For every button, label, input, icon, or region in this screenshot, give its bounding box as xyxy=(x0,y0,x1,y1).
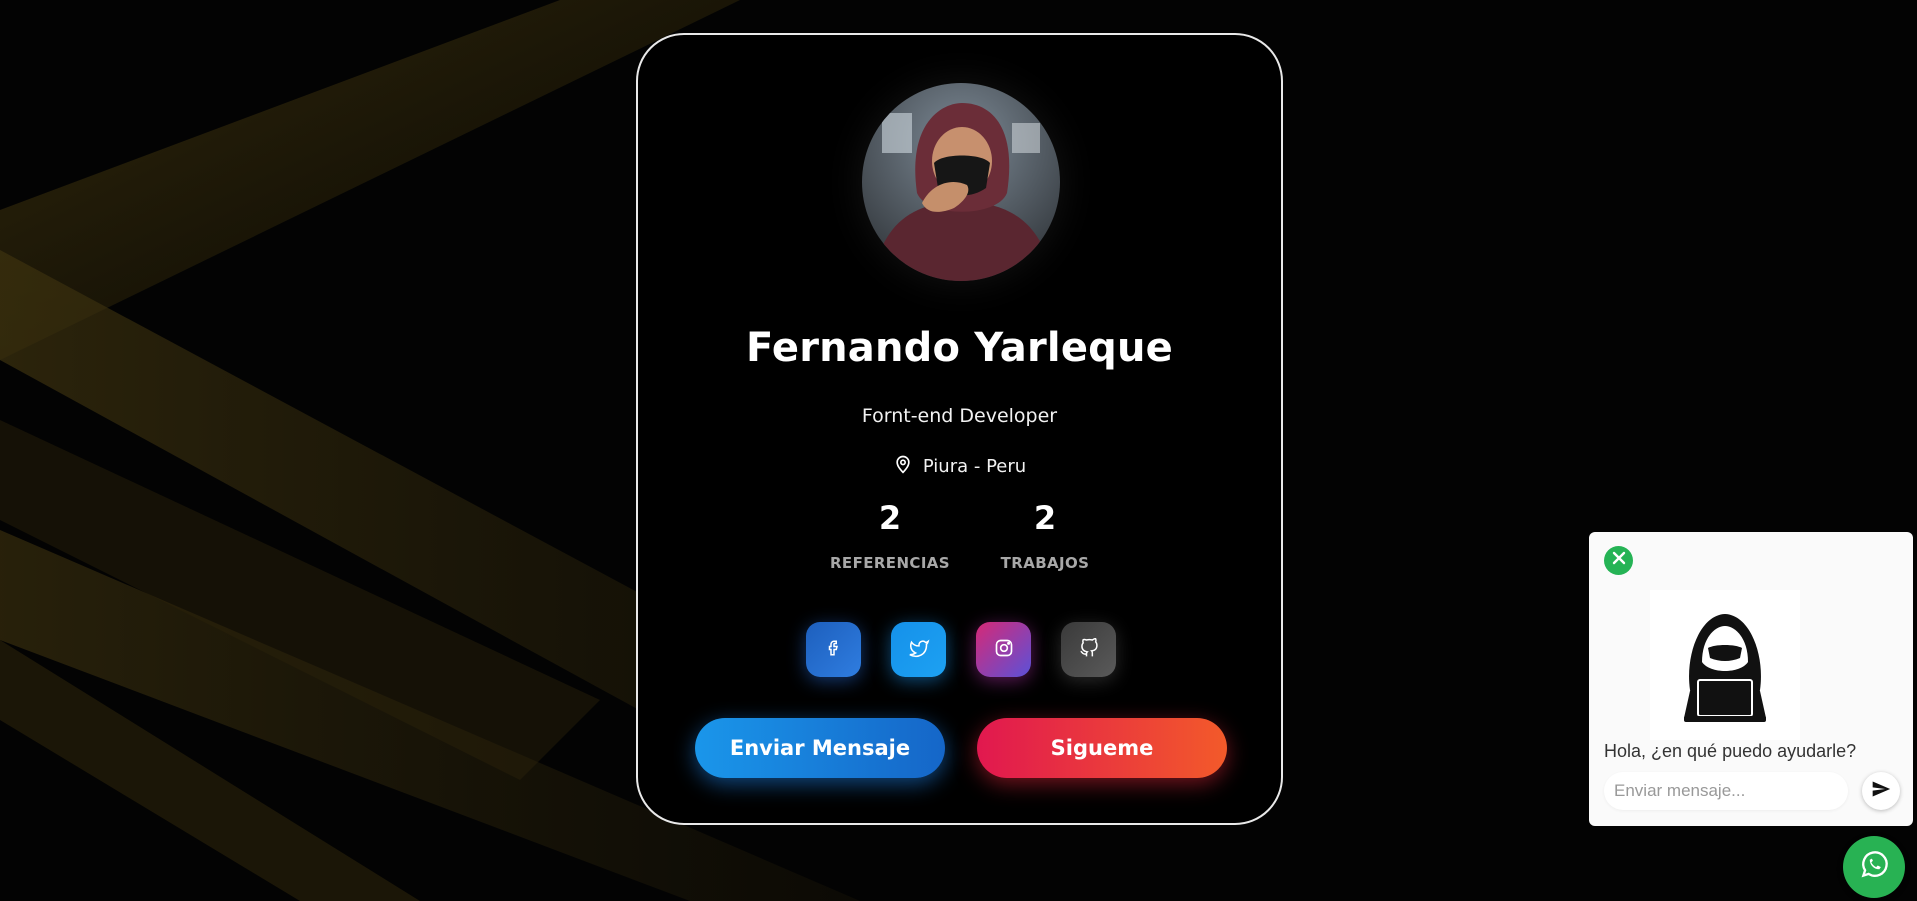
stat-jobs-value: 2 xyxy=(1033,499,1057,537)
github-icon xyxy=(1079,637,1099,662)
stat-references-label: REFERENCIAS xyxy=(829,554,951,572)
facebook-button[interactable] xyxy=(806,622,861,677)
location-text: Piura - Peru xyxy=(922,456,1027,477)
profile-card: Fernando Yarleque Fornt-end Developer Pi… xyxy=(636,33,1283,825)
stat-jobs-label: TRABAJOS xyxy=(1000,554,1090,572)
hacker-avatar xyxy=(1650,590,1800,740)
instagram-button[interactable] xyxy=(976,622,1031,677)
stat-jobs: 2 TRABAJOS xyxy=(965,502,1125,572)
twitter-button[interactable] xyxy=(891,622,946,677)
send-icon xyxy=(1871,779,1891,804)
profile-location: Piura - Peru xyxy=(638,453,1281,480)
chat-send-button[interactable] xyxy=(1862,772,1900,810)
github-button[interactable] xyxy=(1061,622,1116,677)
profile-role: Fornt-end Developer xyxy=(861,405,1058,427)
close-icon xyxy=(1611,550,1627,571)
stat-references-value: 2 xyxy=(878,499,902,537)
profile-avatar xyxy=(862,83,1060,281)
chat-close-button[interactable] xyxy=(1604,546,1633,575)
chat-widget: Hola, ¿en qué puedo ayudarle? xyxy=(1589,532,1913,826)
send-message-button[interactable]: Enviar Mensaje xyxy=(695,718,945,778)
whatsapp-button[interactable] xyxy=(1843,836,1905,898)
instagram-icon xyxy=(994,638,1014,662)
whatsapp-icon xyxy=(1857,848,1891,886)
facebook-icon xyxy=(825,638,843,662)
twitter-icon xyxy=(908,638,930,662)
map-pin-icon xyxy=(893,453,913,480)
profile-name: Fernando Yarleque xyxy=(745,325,1174,371)
stat-references: 2 REFERENCIAS xyxy=(810,502,970,572)
follow-button[interactable]: Sigueme xyxy=(977,718,1227,778)
chat-greeting: Hola, ¿en qué puedo ayudarle? xyxy=(1604,741,1857,761)
chat-message-input[interactable] xyxy=(1604,772,1848,810)
